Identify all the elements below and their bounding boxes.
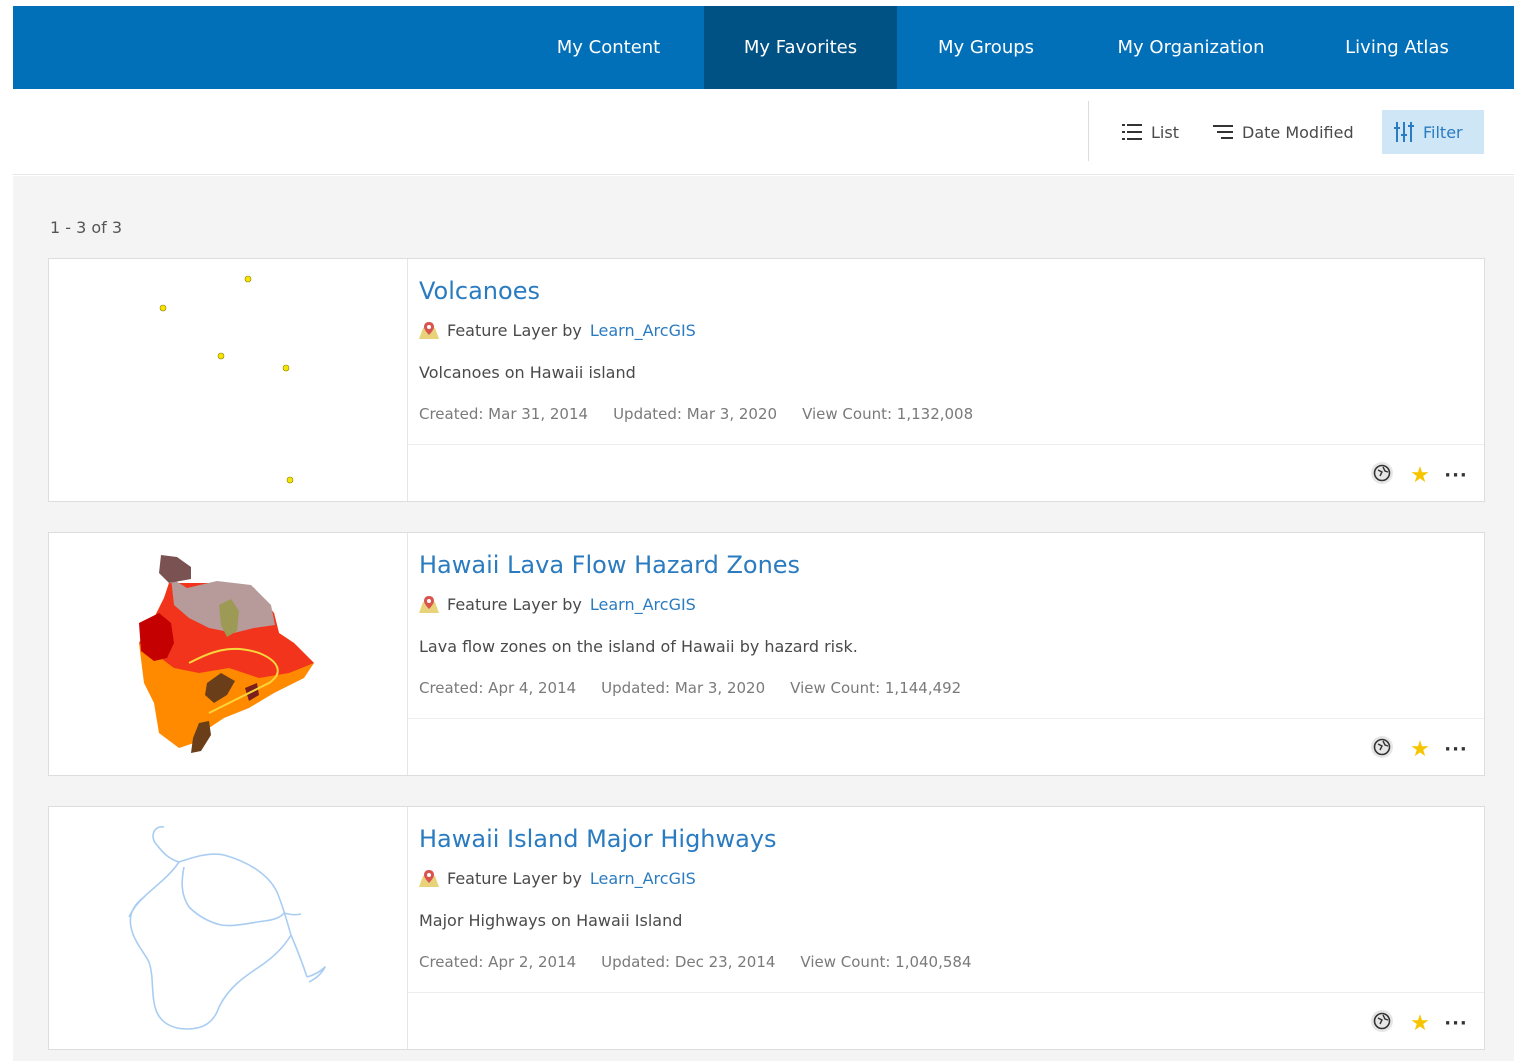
tab-my-favorites[interactable]: My Favorites [704, 6, 897, 89]
favorite-button[interactable]: ★ [1406, 735, 1434, 763]
item-author-link[interactable]: Learn_ArcGIS [590, 869, 696, 888]
sort-button[interactable]: Date Modified [1201, 110, 1366, 154]
more-icon: ··· [1444, 738, 1468, 760]
item-updated: Updated: Mar 3, 2020 [613, 405, 778, 423]
item-info: Hawaii Lava Flow Hazard Zones Feature La… [419, 533, 1484, 718]
result-count: 1 - 3 of 3 [50, 218, 123, 237]
item-updated: Updated: Mar 3, 2020 [601, 679, 766, 697]
star-icon: ★ [1410, 736, 1430, 762]
results-area: 1 - 3 of 3 Volcanoes Feature Layer by Le… [13, 176, 1514, 1061]
item-thumbnail[interactable] [59, 817, 397, 1039]
item-author-link[interactable]: Learn_ArcGIS [590, 321, 696, 340]
sort-icon [1213, 124, 1233, 140]
filter-button[interactable]: Filter [1382, 110, 1484, 154]
item-type: Feature Layer by [447, 869, 582, 888]
item-type: Feature Layer by [447, 321, 582, 340]
view-list-button[interactable]: List [1110, 110, 1191, 154]
top-navigation: My Content My Favorites My Groups My Org… [13, 6, 1514, 89]
star-icon: ★ [1410, 1010, 1430, 1036]
item-metadata: Created: Apr 4, 2014 Updated: Mar 3, 202… [419, 679, 961, 697]
share-icon [1370, 735, 1394, 763]
item-created: Created: Apr 4, 2014 [419, 679, 577, 697]
item-metadata: Created: Mar 31, 2014 Updated: Mar 3, 20… [419, 405, 973, 423]
more-icon: ··· [1444, 1012, 1468, 1034]
item-card: Hawaii Island Major Highways Feature Lay… [48, 806, 1485, 1050]
feature-layer-icon [419, 321, 439, 340]
item-title[interactable]: Hawaii Island Major Highways [419, 825, 777, 853]
item-thumbnail[interactable] [59, 543, 397, 765]
filter-label: Filter [1423, 122, 1463, 142]
item-description: Volcanoes on Hawaii island [419, 363, 636, 382]
star-icon: ★ [1410, 462, 1430, 488]
item-info: Volcanoes Feature Layer by Learn_ArcGIS … [419, 259, 1484, 444]
toolbar: List Date Modified Filter [13, 89, 1514, 175]
tab-my-organization[interactable]: My Organization [1075, 6, 1307, 89]
more-icon: ··· [1444, 464, 1468, 486]
feature-layer-icon [419, 595, 439, 614]
share-icon [1370, 1009, 1394, 1037]
feature-layer-icon [419, 869, 439, 888]
more-options-button[interactable]: ··· [1442, 1009, 1470, 1037]
filter-icon [1394, 122, 1414, 142]
item-author-link[interactable]: Learn_ArcGIS [590, 595, 696, 614]
view-list-label: List [1151, 122, 1179, 142]
tab-my-content[interactable]: My Content [513, 6, 704, 89]
tab-my-groups[interactable]: My Groups [897, 6, 1075, 89]
favorite-button[interactable]: ★ [1406, 461, 1434, 489]
item-byline: Feature Layer by Learn_ArcGIS [419, 869, 696, 888]
tab-living-atlas[interactable]: Living Atlas [1307, 6, 1487, 89]
item-title[interactable]: Volcanoes [419, 277, 540, 305]
share-button[interactable] [1368, 735, 1396, 763]
share-button[interactable] [1368, 1009, 1396, 1037]
item-byline: Feature Layer by Learn_ArcGIS [419, 595, 696, 614]
item-actions: ★ ··· [408, 718, 1484, 775]
item-actions: ★ ··· [408, 444, 1484, 501]
more-options-button[interactable]: ··· [1442, 735, 1470, 763]
item-card: Hawaii Lava Flow Hazard Zones Feature La… [48, 532, 1485, 776]
list-icon [1122, 123, 1142, 141]
item-description: Major Highways on Hawaii Island [419, 911, 683, 930]
item-info: Hawaii Island Major Highways Feature Lay… [419, 807, 1484, 992]
sort-label: Date Modified [1242, 122, 1354, 142]
item-view-count: View Count: 1,040,584 [800, 953, 972, 971]
more-options-button[interactable]: ··· [1442, 461, 1470, 489]
item-thumbnail[interactable] [59, 269, 397, 491]
item-created: Created: Mar 31, 2014 [419, 405, 589, 423]
item-metadata: Created: Apr 2, 2014 Updated: Dec 23, 20… [419, 953, 972, 971]
item-created: Created: Apr 2, 2014 [419, 953, 577, 971]
item-updated: Updated: Dec 23, 2014 [601, 953, 776, 971]
item-view-count: View Count: 1,132,008 [802, 405, 974, 423]
share-icon [1370, 461, 1394, 489]
item-card: Volcanoes Feature Layer by Learn_ArcGIS … [48, 258, 1485, 502]
share-button[interactable] [1368, 461, 1396, 489]
item-description: Lava flow zones on the island of Hawaii … [419, 637, 858, 656]
item-type: Feature Layer by [447, 595, 582, 614]
item-view-count: View Count: 1,144,492 [790, 679, 962, 697]
item-byline: Feature Layer by Learn_ArcGIS [419, 321, 696, 340]
toolbar-divider [1088, 101, 1089, 161]
item-actions: ★ ··· [408, 992, 1484, 1049]
favorite-button[interactable]: ★ [1406, 1009, 1434, 1037]
item-title[interactable]: Hawaii Lava Flow Hazard Zones [419, 551, 800, 579]
